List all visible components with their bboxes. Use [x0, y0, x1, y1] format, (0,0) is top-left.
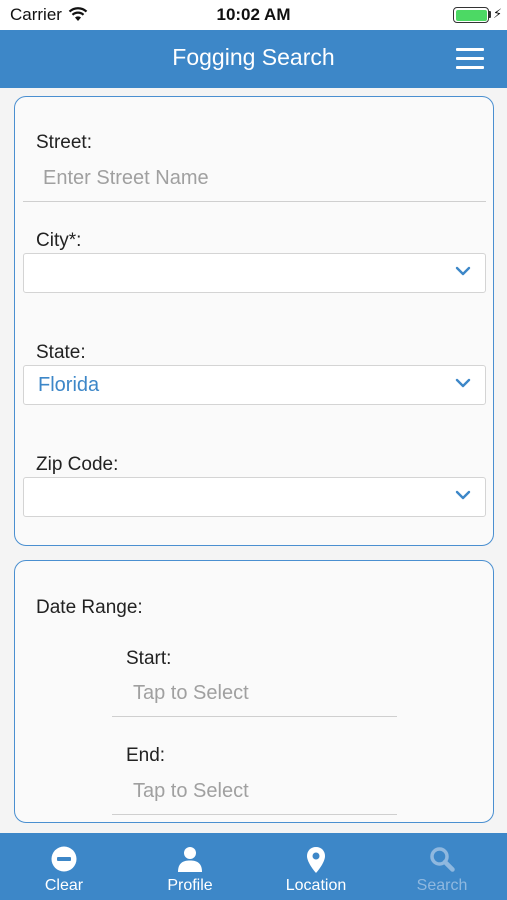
page-title: Fogging Search: [172, 44, 335, 70]
tab-label: Profile: [167, 877, 213, 894]
start-date-input[interactable]: Tap to Select: [133, 682, 249, 705]
street-input[interactable]: Enter Street Name: [43, 167, 209, 190]
battery-icon: [453, 7, 489, 23]
tab-bar: Clear Profile Location Search: [0, 833, 507, 900]
person-icon: [178, 847, 202, 872]
clock: 10:02 AM: [216, 5, 291, 24]
hamburger-menu-icon[interactable]: [456, 48, 484, 70]
chevron-down-icon: [455, 490, 471, 500]
tab-label: Location: [285, 877, 347, 894]
end-underline: [112, 814, 397, 815]
start-underline: [112, 716, 397, 717]
tab-profile[interactable]: Profile: [127, 833, 253, 900]
city-select[interactable]: [23, 253, 486, 293]
end-label: End:: [126, 745, 166, 766]
search-icon: [430, 847, 455, 872]
city-label: City*:: [36, 230, 82, 251]
chevron-down-icon: [455, 378, 471, 388]
end-date-input[interactable]: Tap to Select: [133, 780, 249, 803]
map-pin-icon: [307, 847, 325, 873]
tab-clear[interactable]: Clear: [1, 833, 127, 900]
tab-label: Clear: [44, 877, 84, 894]
location-card: Street: Enter Street Name City*: State: …: [14, 96, 494, 546]
state-value: Florida: [38, 374, 100, 396]
tab-search[interactable]: Search: [379, 833, 505, 900]
date-range-label: Date Range:: [36, 597, 143, 618]
minus-circle-icon: [51, 846, 77, 872]
status-bar: Carrier 10:02 AM ⚡: [0, 0, 507, 30]
date-range-card: Date Range: Start: Tap to Select End: Ta…: [14, 560, 494, 823]
street-underline: [23, 201, 486, 202]
zip-label: Zip Code:: [36, 454, 119, 475]
charging-icon: ⚡: [493, 6, 503, 21]
street-label: Street:: [36, 132, 92, 153]
state-select[interactable]: Florida: [23, 365, 486, 405]
battery-nub: [489, 11, 491, 18]
start-label: Start:: [126, 648, 172, 669]
chevron-down-icon: [455, 266, 471, 276]
navigation-bar: Fogging Search: [0, 30, 507, 88]
zip-select[interactable]: [23, 477, 486, 517]
tab-location[interactable]: Location: [253, 833, 379, 900]
state-label: State:: [36, 342, 86, 363]
tab-label: Search: [416, 877, 468, 894]
